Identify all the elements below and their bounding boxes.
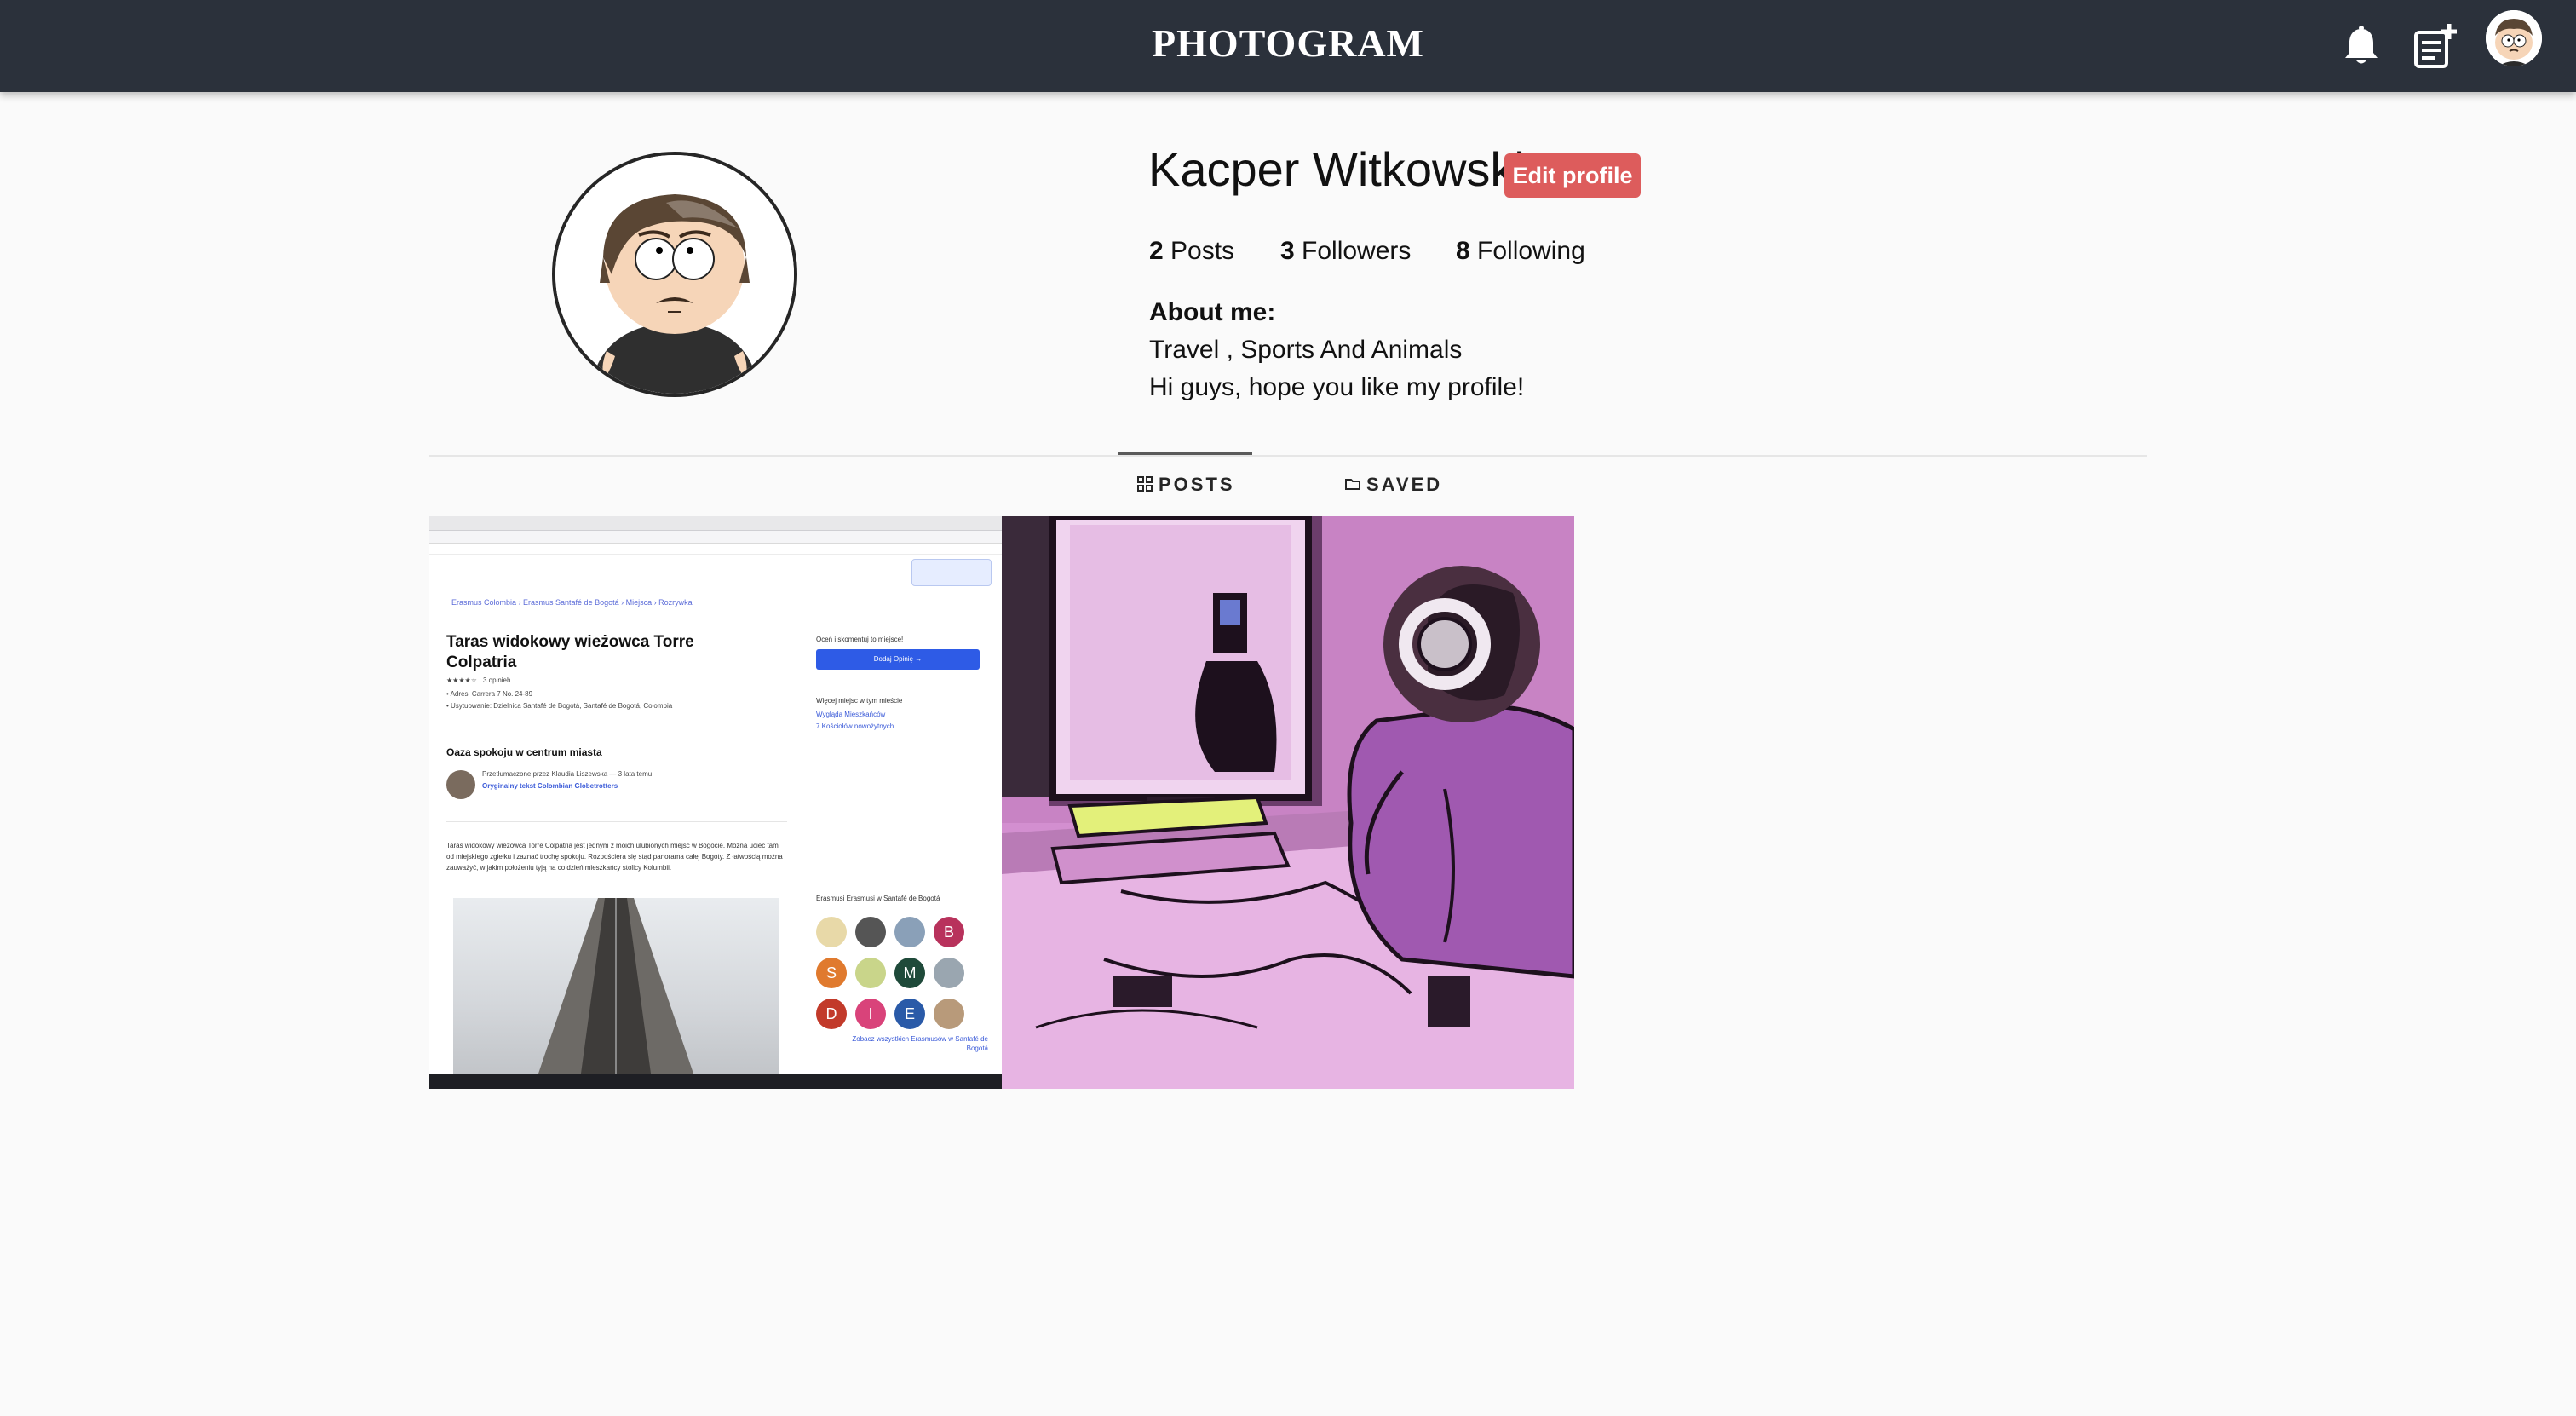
post1-author: Przetłumaczone przez Klaudia Liszewska —…: [482, 770, 653, 778]
mini-avatar-letter: E: [894, 999, 925, 1029]
info-bubble: [911, 559, 992, 586]
post1-erasmus-label: Erasmusi Erasmusi w Santafé de Bogotá: [816, 895, 940, 902]
top-navbar: PHOTOGRAM: [0, 0, 2576, 92]
post1-review-prompt: Oceń i skomentuj to miejsce!: [816, 636, 904, 643]
mini-avatar: [855, 917, 886, 947]
posts-count: 2: [1149, 237, 1164, 265]
about-title: About me:: [1149, 298, 1276, 326]
mini-avatar-letter: D: [816, 999, 847, 1029]
user-avatar[interactable]: [2486, 10, 2542, 66]
post1-link-1: Wygląda Mieszkańców: [816, 711, 886, 718]
post-thumbnail-2[interactable]: [1002, 516, 1574, 1089]
os-taskbar: [429, 1074, 1002, 1089]
brand-logo[interactable]: PHOTOGRAM: [0, 20, 2576, 66]
mini-avatar: [934, 958, 964, 988]
following-label: Following: [1477, 237, 1585, 265]
about-interests: Travel , Sports And Animals: [1149, 336, 1463, 364]
post1-author-avatar: [446, 770, 475, 799]
post1-location: • Usytuowanie: Dzielnica Santafé de Bogo…: [446, 702, 673, 710]
mini-avatar-letter: B: [934, 917, 964, 947]
post-thumbnail-1[interactable]: Erasmus Colombia › Erasmus Santafé de Bo…: [429, 516, 1002, 1089]
folder-icon: [1345, 479, 1360, 490]
followers-label: Followers: [1302, 237, 1412, 265]
edit-profile-button[interactable]: Edit profile: [1504, 153, 1641, 198]
profile-avatar: [552, 152, 797, 397]
post1-address: • Adres: Carrera 7 No. 24-89: [446, 690, 533, 698]
mini-avatar: [934, 999, 964, 1029]
post1-body: Taras widokowy wieżowca Torre Colpatria …: [446, 842, 783, 872]
mini-avatar: [816, 917, 847, 947]
mini-avatar: [855, 958, 886, 988]
post1-separator: [446, 821, 787, 822]
post1-add-review-button: Dodaj Opinię →: [816, 649, 980, 670]
post1-see-all-link: Zobacz wszystkich Erasmusów w Santafé de…: [852, 1035, 988, 1052]
stat-following[interactable]: 8 Following: [1456, 237, 1585, 266]
browser-tabbar: [429, 516, 1002, 531]
post1-rating: ★★★★☆ · 3 opinieh: [446, 676, 511, 684]
stat-posts: 2 Posts: [1149, 237, 1234, 266]
grid-icon: [1137, 476, 1153, 492]
mini-avatar-letter: M: [894, 958, 925, 988]
active-tab-indicator: [1118, 452, 1252, 455]
tabs-divider: [429, 455, 2147, 457]
tab-saved[interactable]: SAVED: [1344, 474, 1442, 496]
browser-bookmarks: [429, 544, 1002, 555]
followers-count: 3: [1280, 237, 1295, 265]
post1-subheading: Oaza spokoju w centrum miasta: [446, 746, 602, 758]
post1-more-places: Więcej miejsc w tym mieście: [816, 697, 903, 705]
post1-title: Taras widokowy wieżowca Torre Colpatria: [446, 633, 694, 671]
tab-posts-label: POSTS: [1159, 474, 1235, 495]
post1-breadcrumb: Erasmus Colombia › Erasmus Santafé de Bo…: [451, 598, 693, 607]
tower-photo: [453, 898, 779, 1074]
profile-username: Kacper Witkowski: [1148, 142, 1525, 196]
browser-urlbar: [429, 531, 1002, 544]
stat-followers[interactable]: 3 Followers: [1280, 237, 1411, 266]
illustration-image: [1002, 516, 1574, 1089]
tab-saved-label: SAVED: [1366, 474, 1443, 495]
posts-label: Posts: [1170, 237, 1235, 265]
about-bio: Hi guys, hope you like my profile!: [1149, 373, 1525, 401]
post1-author2: Oryginalny tekst Colombian Globetrotters: [482, 782, 618, 790]
bell-icon[interactable]: [2336, 20, 2387, 72]
following-count: 8: [1456, 237, 1470, 265]
mini-avatar-letter: S: [816, 958, 847, 988]
tab-posts[interactable]: POSTS: [1136, 474, 1235, 496]
mini-avatar-letter: I: [855, 999, 886, 1029]
new-post-icon[interactable]: [2409, 20, 2460, 72]
post1-link-2: 7 Kościołów nowożytnych: [816, 722, 894, 730]
mini-avatar: [894, 917, 925, 947]
